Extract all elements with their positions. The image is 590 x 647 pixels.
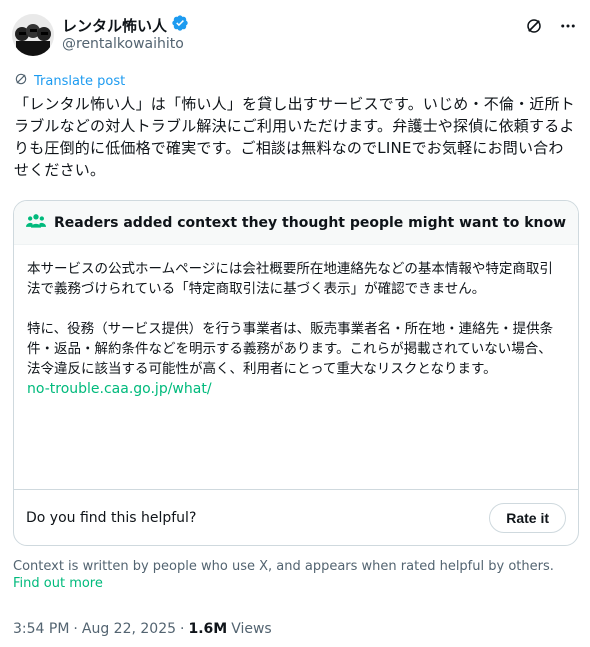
- note-paragraph-2: 特に、役務（サービス提供）を行う事業者は、販売事業者名・所在地・連絡先・提供条件…: [27, 321, 554, 377]
- community-note-title: Readers added context they thought peopl…: [54, 214, 567, 231]
- name-row: レンタル怖い人: [62, 14, 189, 36]
- community-note-header: Readers added context they thought peopl…: [14, 201, 578, 245]
- context-footer: Context is written by people who use X, …: [13, 558, 573, 592]
- community-note: Readers added context they thought peopl…: [13, 200, 579, 546]
- grok-icon[interactable]: [524, 16, 544, 36]
- post-text: 「レンタル怖い人」は「怖い人」を貸し出すサービスです。いじめ・不倫・近所トラブル…: [14, 95, 575, 179]
- meta-separator: ·: [180, 621, 185, 637]
- post-time[interactable]: 3:54 PM: [13, 621, 69, 637]
- post-date[interactable]: Aug 22, 2025: [82, 621, 176, 637]
- note-paragraph-1: 本サービスの公式ホームページには会社概要所在地連絡先などの基本情報や特定商取引法…: [27, 261, 553, 297]
- handle[interactable]: @rentalkowaihito: [62, 36, 184, 52]
- rate-it-button[interactable]: Rate it: [489, 502, 566, 533]
- community-note-body: 本サービスの公式ホームページには会社概要所在地連絡先などの基本情報や特定商取引法…: [14, 245, 578, 399]
- context-footer-text: Context is written by people who use X, …: [13, 559, 554, 574]
- header-actions: [524, 16, 578, 36]
- helpful-question: Do you find this helpful?: [26, 509, 197, 526]
- more-icon[interactable]: [558, 16, 578, 36]
- views-count: 1.6M: [188, 621, 228, 637]
- verified-badge-icon: [171, 14, 189, 36]
- views-label: Views: [231, 621, 272, 637]
- translate-post[interactable]: Translate post: [14, 72, 125, 90]
- post-header: レンタル怖い人 @rentalkowaihito: [12, 10, 578, 60]
- display-name[interactable]: レンタル怖い人: [62, 15, 167, 36]
- helpful-footer: Do you find this helpful? Rate it: [14, 489, 578, 545]
- note-source-link[interactable]: no-trouble.caa.go.jp/what/: [27, 379, 212, 399]
- avatar[interactable]: [12, 14, 54, 56]
- people-icon: [26, 212, 46, 234]
- post-meta: 3:54 PM · Aug 22, 2025 · 1.6M Views: [13, 621, 272, 637]
- find-out-more-link[interactable]: Find out more: [13, 576, 103, 591]
- translate-icon: [14, 72, 28, 90]
- meta-separator: ·: [73, 621, 78, 637]
- translate-label[interactable]: Translate post: [34, 74, 125, 89]
